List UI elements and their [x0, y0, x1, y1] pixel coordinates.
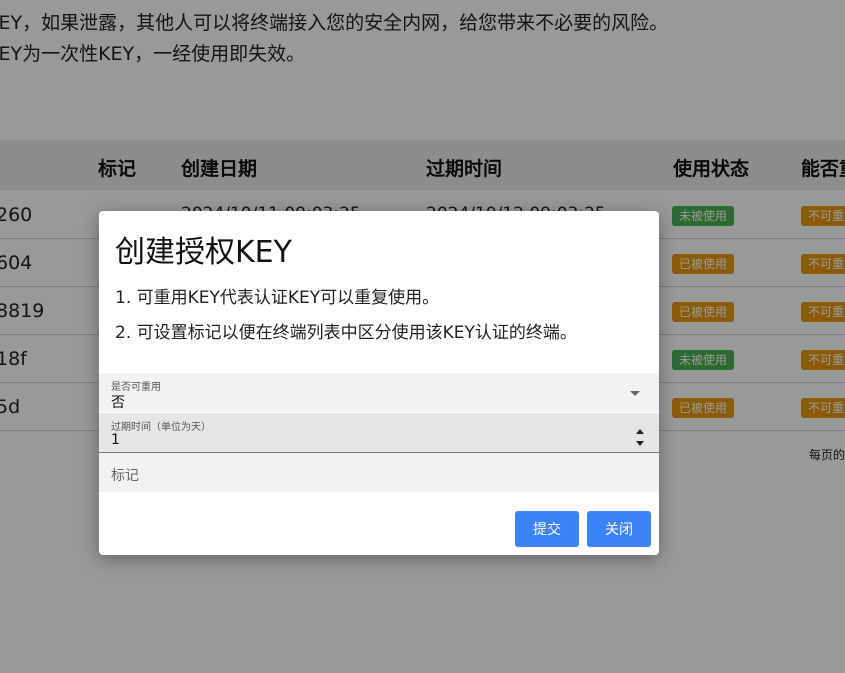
close-button[interactable]: 关闭 [587, 511, 651, 547]
reusable-select[interactable]: 是否可重用 否 [99, 373, 659, 412]
dialog-tips: 1. 可重用KEY代表认证KEY可以重复使用。 2. 可设置标记以便在终端列表中… [115, 283, 577, 353]
decrement-arrow-icon[interactable] [636, 441, 644, 446]
submit-button[interactable]: 提交 [515, 511, 579, 547]
chevron-down-icon[interactable] [630, 391, 640, 396]
dialog-title: 创建授权KEY [115, 235, 292, 270]
mark-input[interactable]: 标记 [99, 453, 659, 492]
expire-days-field[interactable]: 过期时间（单位为天） 1 [99, 413, 659, 453]
increment-arrow-icon[interactable] [636, 429, 644, 434]
create-key-dialog: 创建授权KEY 1. 可重用KEY代表认证KEY可以重复使用。 2. 可设置标记… [99, 211, 659, 555]
reusable-value: 否 [111, 395, 125, 411]
expire-days-value[interactable]: 1 [111, 432, 120, 448]
reusable-label: 是否可重用 [111, 382, 161, 393]
tip-item: 1. 可重用KEY代表认证KEY可以重复使用。 [115, 288, 440, 308]
mark-placeholder: 标记 [111, 468, 139, 484]
number-spinner-icon[interactable] [636, 429, 646, 449]
tip-item: 2. 可设置标记以便在终端列表中区分使用该KEY认证的终端。 [115, 323, 577, 343]
expire-days-label: 过期时间（单位为天） [111, 422, 211, 433]
